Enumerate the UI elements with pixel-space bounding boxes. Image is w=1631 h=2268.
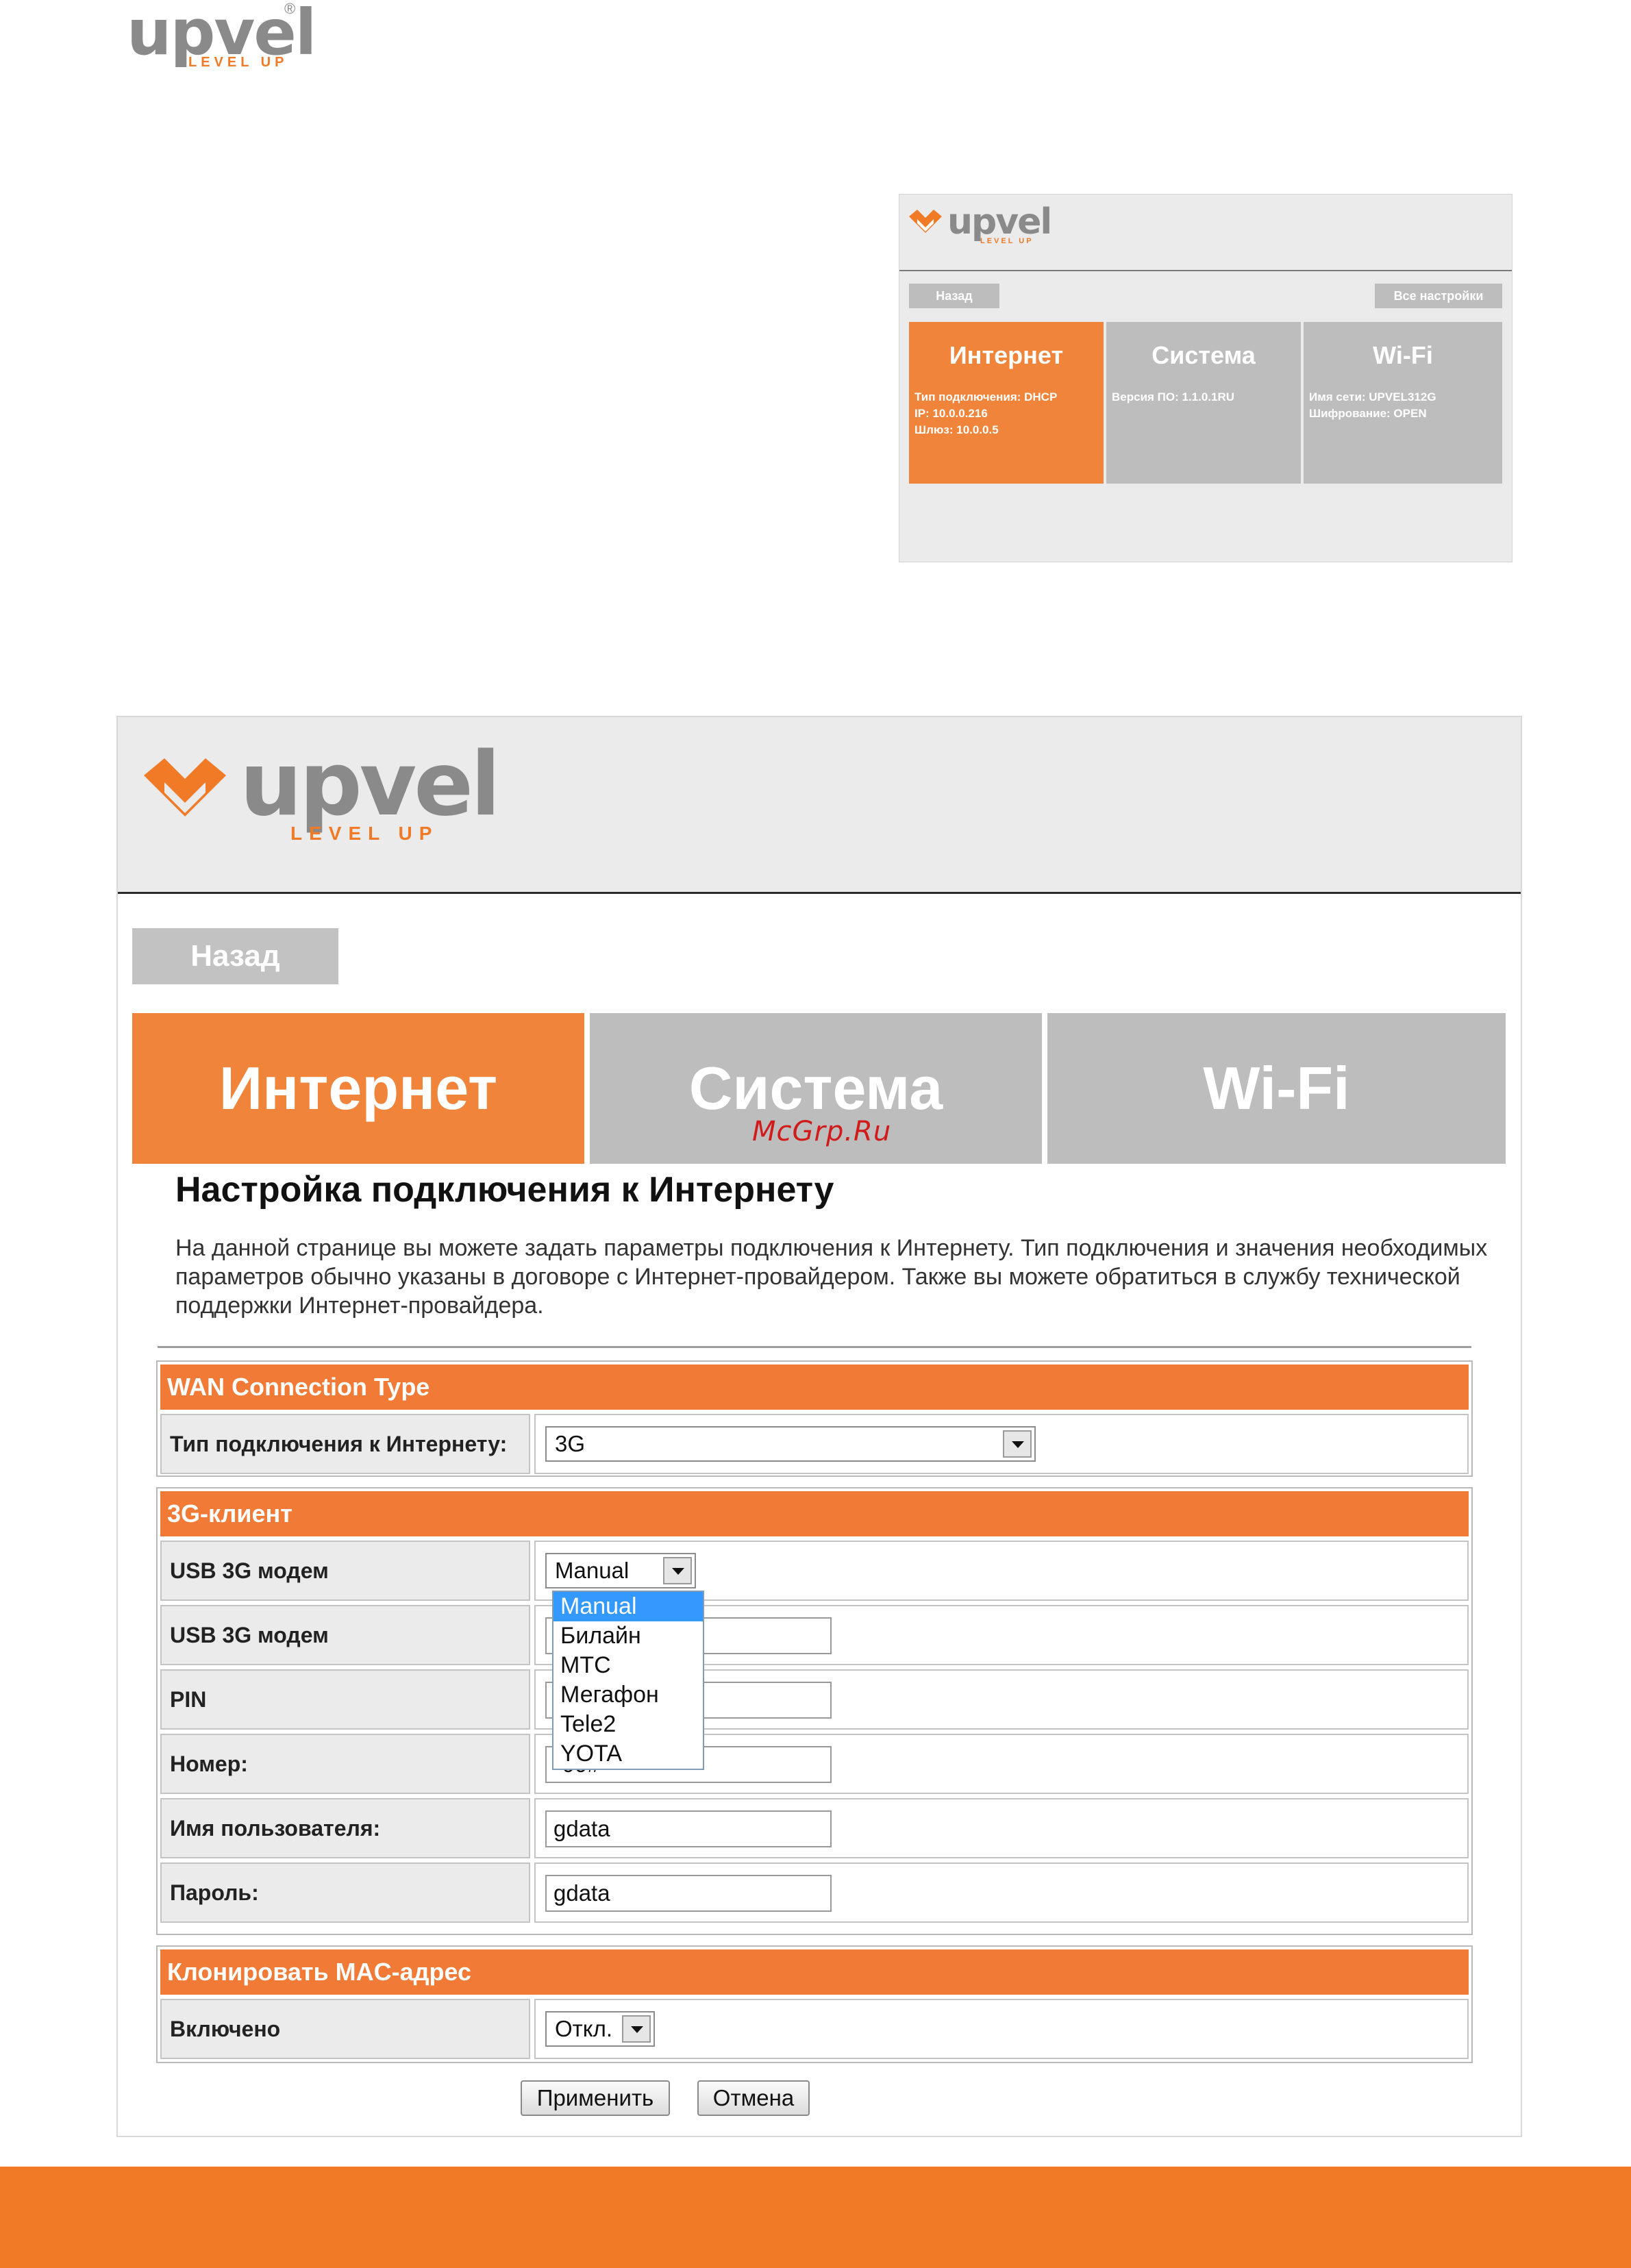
tab-internet[interactable]: Интернет: [132, 1013, 584, 1164]
apply-button[interactable]: Применить: [521, 2080, 670, 2116]
modem-label: USB 3G модем: [160, 1541, 530, 1601]
form-row: Включено Откл.: [160, 1999, 1469, 2059]
tile-line: Шлюз: 10.0.0.5: [914, 423, 999, 436]
form-row: USB 3G модем: [160, 1605, 1469, 1665]
select-value: Manual: [555, 1558, 630, 1583]
connection-type-label: Тип подключения к Интернету:: [160, 1414, 530, 1474]
cancel-button[interactable]: Отмена: [697, 2080, 810, 2116]
tile-title: Wi-Fi: [1373, 341, 1433, 369]
form-row: Имя пользователя: gdata: [160, 1798, 1469, 1858]
small-logo-tagline: LEVEL UP: [980, 237, 1034, 245]
small-logo: [906, 204, 945, 246]
connection-type-select[interactable]: 3G: [545, 1426, 1036, 1462]
small-all-settings-button[interactable]: Все настройки: [1375, 284, 1502, 308]
section-header: Клонировать MAC-адрес: [160, 1949, 1469, 1995]
wan-section: WAN Connection Type Тип подключения к Ин…: [156, 1360, 1473, 1477]
page-title: Настройка подключения к Интернету: [175, 1170, 834, 1210]
home-screenshot: upvel LEVEL UP Назад Все настройки Интер…: [899, 194, 1512, 562]
footer-bar: [0, 2167, 1631, 2268]
tile-line: IP: 10.0.0.216: [914, 407, 988, 420]
tile-line: Шифрование: OPEN: [1309, 407, 1427, 420]
connection-type-cell: 3G: [534, 1414, 1469, 1474]
password-label: Пароль:: [160, 1862, 530, 1923]
big-logo-word: upvel: [240, 734, 501, 836]
section-header: WAN Connection Type: [160, 1364, 1469, 1410]
logo-registered-mark: ®: [284, 0, 296, 17]
mac-enabled-select[interactable]: Откл.: [545, 2011, 655, 2047]
tile-title: Система: [1151, 341, 1256, 369]
chevron-down-icon[interactable]: [622, 2015, 651, 2043]
password-input[interactable]: gdata: [545, 1875, 832, 1912]
tab-wifi[interactable]: Wi-Fi: [1047, 1013, 1506, 1164]
username-cell: gdata: [534, 1798, 1469, 1858]
dropdown-option[interactable]: МТС: [553, 1651, 703, 1680]
form-row: PIN: [160, 1669, 1469, 1730]
mac-enabled-label: Включено: [160, 1999, 530, 2059]
small-tile-wifi[interactable]: Wi-Fi Имя сети: UPVEL312G Шифрование: OP…: [1304, 322, 1502, 484]
form-row: Номер: *99#: [160, 1734, 1469, 1794]
small-tile-internet[interactable]: Интернет Тип подключения: DHCP IP: 10.0.…: [909, 322, 1104, 484]
big-header: upvel LEVEL UP: [118, 717, 1521, 894]
mac-enabled-cell: Откл.: [534, 1999, 1469, 2059]
internet-settings-screenshot: upvel LEVEL UP Назад Интернет Система Wi…: [116, 716, 1522, 2137]
client3g-section: 3G-клиент USB 3G модем Manual USB 3G мод…: [156, 1487, 1473, 1935]
modem-select[interactable]: Manual: [545, 1553, 696, 1588]
watermark: McGrp.Ru: [752, 1116, 892, 1147]
modem-dropdown-list[interactable]: Manual Билайн МТС Мегафон Tele2 YOTA: [552, 1591, 704, 1770]
form-row: USB 3G модем Manual: [160, 1541, 1469, 1601]
dropdown-option[interactable]: Manual: [553, 1592, 703, 1621]
modem2-label: USB 3G модем: [160, 1605, 530, 1665]
username-input[interactable]: gdata: [545, 1810, 832, 1847]
big-logo-tagline: LEVEL UP: [290, 823, 439, 844]
header-divider: [899, 270, 1512, 271]
logo-chevron-icon: [909, 210, 942, 233]
chevron-down-icon[interactable]: [663, 1557, 692, 1584]
small-tile-system[interactable]: Система Версия ПО: 1.1.0.1RU: [1106, 322, 1301, 484]
mac-clone-section: Клонировать MAC-адрес Включено Откл.: [156, 1945, 1473, 2063]
form-row: Тип подключения к Интернету: 3G: [160, 1414, 1469, 1474]
select-value: Откл.: [555, 2016, 613, 2041]
small-logo-word: upvel: [947, 201, 1052, 242]
number-label: Номер:: [160, 1734, 530, 1794]
section-header: 3G-клиент: [160, 1491, 1469, 1536]
tile-line: Версия ПО: 1.1.0.1RU: [1112, 390, 1235, 403]
dropdown-option[interactable]: YOTA: [553, 1739, 703, 1769]
back-button[interactable]: Назад: [132, 928, 338, 984]
dropdown-option[interactable]: Мегафон: [553, 1680, 703, 1710]
dropdown-option[interactable]: Tele2: [553, 1710, 703, 1739]
tile-line: Тип подключения: DHCP: [914, 390, 1058, 403]
password-cell: gdata: [534, 1862, 1469, 1923]
dropdown-option[interactable]: Билайн: [553, 1621, 703, 1651]
username-label: Имя пользователя:: [160, 1798, 530, 1858]
pin-label: PIN: [160, 1669, 530, 1730]
page-description: На данной странице вы можете задать пара…: [175, 1235, 1488, 1319]
form-row: Пароль: gdata: [160, 1862, 1469, 1923]
tile-title: Интернет: [949, 341, 1064, 369]
divider: [158, 1346, 1471, 1348]
chevron-down-icon[interactable]: [1003, 1430, 1032, 1458]
tile-line: Имя сети: UPVEL312G: [1309, 390, 1436, 403]
logo-tagline: LEVEL UP: [188, 55, 288, 70]
page-logo: upvel ® LEVEL UP: [127, 0, 316, 75]
logo-chevron-icon: [144, 758, 226, 817]
small-back-button[interactable]: Назад: [909, 284, 999, 308]
select-value: 3G: [555, 1431, 586, 1456]
